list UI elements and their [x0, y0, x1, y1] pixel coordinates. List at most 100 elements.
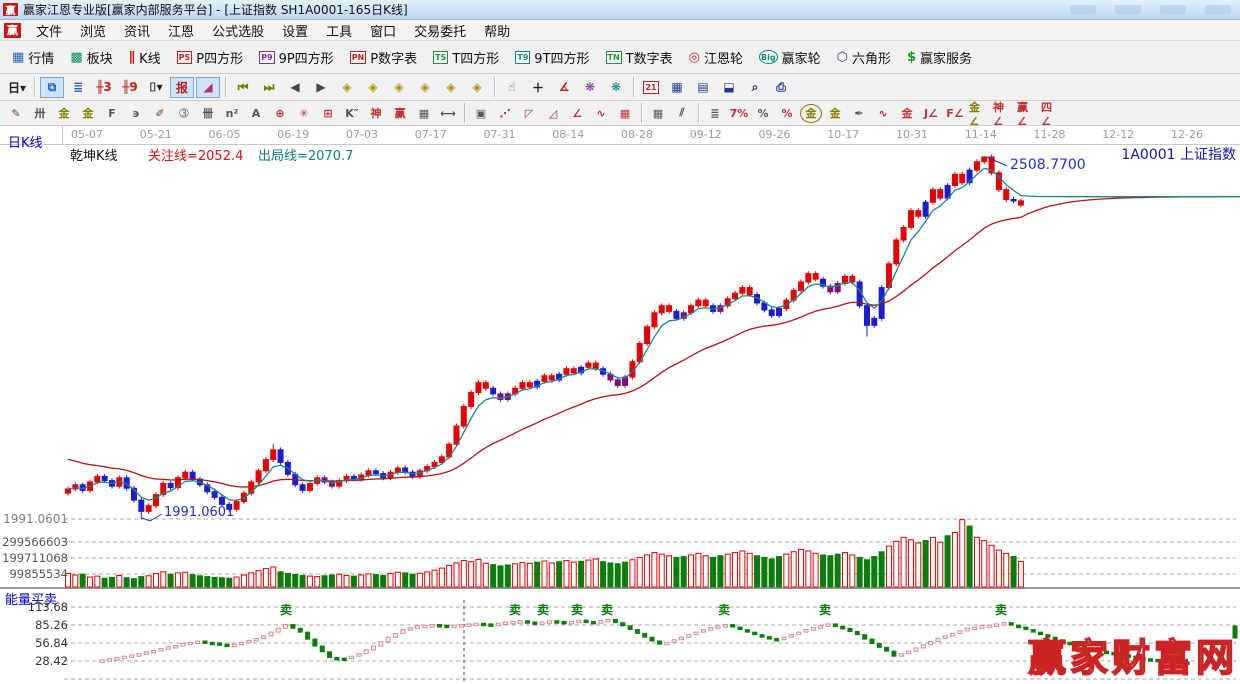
tool-first-page[interactable]: ⏮	[231, 77, 255, 98]
chart-canvas[interactable]	[0, 126, 1240, 682]
draw-angle-j[interactable]: J∠	[920, 104, 942, 123]
9t-square-icon: T9	[515, 51, 530, 64]
draw-gann-web[interactable]: ✳	[293, 104, 315, 123]
tool-zoom-h-expand[interactable]: ◈	[387, 77, 411, 98]
tool-info-doc[interactable]: ≣	[66, 77, 90, 98]
toolbar-button-kline[interactable]: ∥K线	[121, 44, 169, 71]
draw-n-square[interactable]: n²	[221, 104, 243, 123]
draw-ink-pen[interactable]: ✒	[848, 104, 870, 123]
tool-gann-net-teal[interactable]: ❋	[604, 77, 628, 98]
tool-candle-style-dropdown[interactable]: ⌷▾	[144, 77, 168, 98]
draw-k-quote[interactable]: K″	[341, 104, 363, 123]
tool-qiankun-formula[interactable]: 报	[170, 77, 194, 98]
toolbar-button-sectors[interactable]: ▩板块	[62, 44, 120, 71]
tool-gann-net-purple[interactable]: ❋	[578, 77, 602, 98]
toolbar-button-winner-wheel[interactable]: Big赢家轮	[751, 44, 829, 71]
tool-zoom-left[interactable]: ◈	[335, 77, 359, 98]
draw-angle-four[interactable]: 四∠	[1040, 104, 1062, 123]
draw-angle-ying[interactable]: 赢∠	[1016, 104, 1038, 123]
toolbar-button-winner-service[interactable]: $赢家服务	[899, 44, 980, 71]
toolbar-button-gann-wheel[interactable]: ◎江恩轮	[681, 44, 751, 71]
draw-fan-box-b[interactable]: ◿	[542, 104, 564, 123]
toolbar-button-quotes[interactable]: ▦行情	[4, 44, 62, 71]
toolbar-button-p-number[interactable]: PNP数字表	[342, 44, 425, 71]
tool-zoom-right[interactable]: ◈	[361, 77, 385, 98]
draw-red-grid[interactable]: ▦	[614, 104, 636, 123]
tool-angle-measure[interactable]: ∡	[552, 77, 576, 98]
menu-item-帮助[interactable]: 帮助	[475, 20, 519, 41]
menu-item-江恩[interactable]: 江恩	[159, 20, 203, 41]
draw-parallel-lines[interactable]: ⫽	[671, 104, 693, 123]
draw-pct-line[interactable]: %	[776, 104, 798, 123]
draw-angle-shen[interactable]: 神∠	[992, 104, 1014, 123]
draw-trend-angle[interactable]: ∠	[566, 104, 588, 123]
tool-zoom-all[interactable]: ◈	[465, 77, 489, 98]
menu-item-工具[interactable]: 工具	[317, 20, 361, 41]
draw-box-select[interactable]: ▣	[470, 104, 492, 123]
tool-zoom-v[interactable]: ◈	[439, 77, 463, 98]
toolbar-button-hexagon[interactable]: ⬡六角形	[829, 44, 899, 71]
tool-bars-3[interactable]: ╫3	[92, 77, 116, 98]
tool-color-levels[interactable]: ◢	[196, 77, 220, 98]
draw-scale-tool[interactable]: ≣	[704, 104, 726, 123]
calendar-icon: 21	[643, 81, 658, 94]
draw-ray-fan[interactable]: ⋰	[494, 104, 516, 123]
toolbar-button-9p-square[interactable]: P99P四方形	[251, 44, 342, 71]
menu-item-浏览[interactable]: 浏览	[71, 20, 115, 41]
tool-pc-search[interactable]: ⌕	[743, 77, 767, 98]
toolbar-button-p-square[interactable]: PSP四方形	[169, 44, 251, 71]
draw-brush[interactable]: ✐	[149, 104, 171, 123]
draw-gold-line[interactable]: 金	[824, 104, 846, 123]
tool-chart-layout[interactable]: ⧉	[40, 77, 64, 98]
toolbar-button-t-number[interactable]: TNT数字表	[598, 44, 681, 71]
draw-shen-tool[interactable]: 神	[365, 104, 387, 123]
draw-wave-avg[interactable]: ∿	[872, 104, 894, 123]
toolbar-button-9t-square[interactable]: T99T四方形	[507, 44, 597, 71]
draw-grid-b[interactable]: ▦	[647, 104, 669, 123]
tool-save[interactable]: ⬓	[717, 77, 741, 98]
draw-angle-gold[interactable]: 金∠	[968, 104, 990, 123]
toolbar-nav: 日▾⧉≣╫3╫9⌷▾报◢⏮⏭◀▶◈◈◈◈◈◈☝＋∡❋❋21▦▤⬓⌕⎙	[0, 74, 1240, 101]
draw-pct-7[interactable]: 7%	[728, 104, 750, 123]
tool-next-bar[interactable]: ▶	[309, 77, 333, 98]
draw-angle-f[interactable]: F∠	[944, 104, 966, 123]
draw-pencil[interactable]: ✎	[5, 104, 27, 123]
draw-ying-tool[interactable]: 赢	[389, 104, 411, 123]
tool-last-page[interactable]: ⏭	[257, 77, 281, 98]
tool-pan-hand[interactable]: ☝	[500, 77, 524, 98]
draw-spiral-tool[interactable]: ϶	[125, 104, 147, 123]
tool-zoom-h-shrink[interactable]: ◈	[413, 77, 437, 98]
menu-item-设置[interactable]: 设置	[273, 20, 317, 41]
tool-prev-bar[interactable]: ◀	[283, 77, 307, 98]
draw-grid-123[interactable]: ▦	[413, 104, 435, 123]
draw-gold-tool-a[interactable]: 金	[53, 104, 75, 123]
toolbar-button-t-square[interactable]: TST四方形	[425, 44, 507, 71]
menu-item-窗口[interactable]: 窗口	[361, 20, 405, 41]
menu-item-交易委托[interactable]: 交易委托	[405, 20, 475, 41]
draw-gold-red[interactable]: 金	[896, 104, 918, 123]
tool-calculator[interactable]: ▦	[665, 77, 689, 98]
draw-circle-3[interactable]: ➂	[173, 104, 195, 123]
tool-pc-print[interactable]: ⎙	[769, 77, 793, 98]
draw-f-tool[interactable]: F	[101, 104, 123, 123]
draw-gold-tool-b[interactable]: 金	[77, 104, 99, 123]
menu-item-公式选股[interactable]: 公式选股	[203, 20, 273, 41]
tool-bars-9[interactable]: ╫9	[118, 77, 142, 98]
draw-wave-a[interactable]: A	[245, 104, 267, 123]
draw-fan-box-a[interactable]: ◸	[518, 104, 540, 123]
tool-period-dropdown[interactable]: 日▾	[5, 77, 29, 98]
draw-gann-compass[interactable]: ⊕	[269, 104, 291, 123]
draw-hatch-lines[interactable]: 卅	[29, 104, 51, 123]
draw-gold-circle[interactable]: 金	[800, 104, 822, 123]
draw-wave-tool[interactable]: ∿	[590, 104, 612, 123]
tool-notes[interactable]: ▤	[691, 77, 715, 98]
menu-item-资讯[interactable]: 资讯	[115, 20, 159, 41]
draw-hatch-dense[interactable]: 卌	[197, 104, 219, 123]
tool-crosshair[interactable]: ＋	[526, 77, 550, 98]
menu-item-文件[interactable]: 文件	[27, 20, 71, 41]
draw-pct[interactable]: %	[752, 104, 774, 123]
tool-calendar[interactable]: 21	[639, 77, 663, 98]
draw-gann-box-web[interactable]: ⊞	[317, 104, 339, 123]
draw-width-arrows[interactable]: ⟷	[437, 104, 459, 123]
sell-signal-label: 卖	[507, 601, 523, 618]
